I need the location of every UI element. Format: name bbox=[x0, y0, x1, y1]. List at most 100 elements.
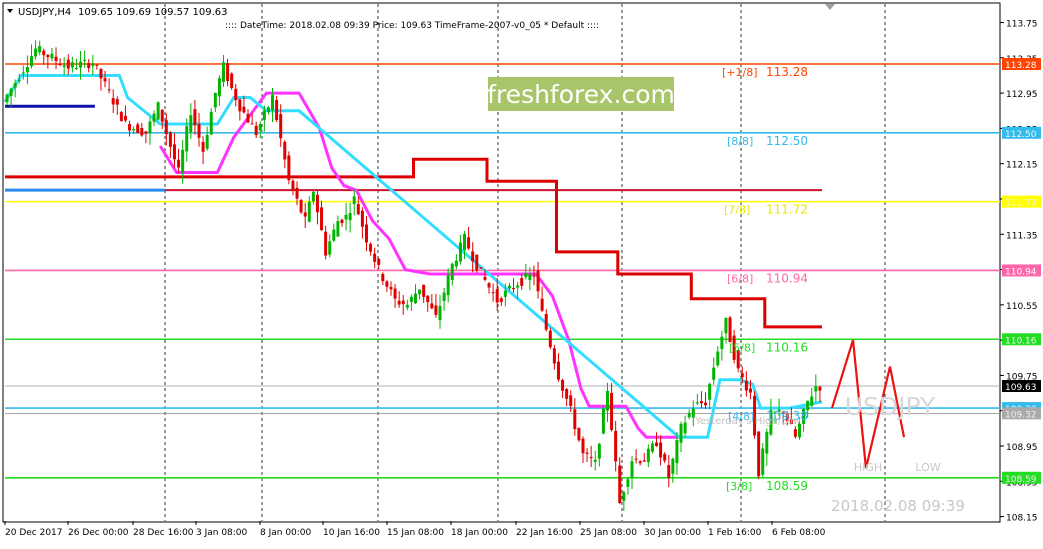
candle-body bbox=[548, 330, 552, 348]
price-label-text: 112.50 bbox=[1005, 130, 1037, 140]
candle-body bbox=[91, 63, 95, 66]
candle-body bbox=[9, 88, 13, 96]
candle-body bbox=[352, 196, 356, 205]
candle-body bbox=[21, 72, 25, 74]
candle-body bbox=[675, 439, 679, 464]
candle-body bbox=[262, 110, 266, 120]
y-tick-label: 108.15 bbox=[1006, 514, 1038, 524]
candle-body bbox=[589, 456, 593, 459]
candle-body bbox=[250, 123, 254, 125]
candle-body bbox=[650, 443, 654, 452]
candle-body bbox=[381, 273, 385, 282]
candle-body bbox=[581, 438, 585, 454]
candle-body bbox=[540, 298, 544, 311]
candle-body bbox=[626, 479, 630, 487]
candle-body bbox=[177, 159, 181, 168]
level-value: 111.72 bbox=[766, 203, 808, 217]
candle-body bbox=[291, 180, 295, 191]
candle-body bbox=[814, 386, 818, 392]
candle-body bbox=[201, 141, 205, 152]
candle-body bbox=[336, 221, 340, 237]
candle-body bbox=[164, 120, 168, 135]
level-value: 113.28 bbox=[766, 65, 808, 79]
candle-body bbox=[238, 99, 242, 112]
candle-body bbox=[618, 465, 622, 503]
candle-body bbox=[5, 94, 9, 103]
candle-body bbox=[193, 109, 197, 126]
candle-body bbox=[655, 442, 659, 447]
candle-body bbox=[577, 428, 581, 441]
candle-body bbox=[156, 102, 160, 120]
candle-body bbox=[340, 219, 344, 224]
candle-body bbox=[475, 254, 479, 271]
candle-body bbox=[622, 492, 626, 501]
candle-body bbox=[426, 295, 430, 303]
price-label-text: 109.32 bbox=[1005, 410, 1037, 420]
candle-body bbox=[303, 212, 307, 217]
candle-body bbox=[646, 448, 650, 463]
candle-body bbox=[405, 304, 409, 308]
level-value: 110.16 bbox=[766, 340, 808, 354]
candle-body bbox=[679, 423, 683, 443]
yesterday-label: Yesterday's High/Low bbox=[694, 416, 801, 427]
candle-body bbox=[638, 461, 642, 464]
candle-body bbox=[446, 275, 450, 296]
candle-body bbox=[483, 276, 487, 280]
y-tick-label: 110.55 bbox=[1006, 302, 1038, 312]
candle-body bbox=[744, 380, 748, 391]
candle-body bbox=[46, 54, 50, 58]
candle-body bbox=[95, 64, 99, 66]
candle-body bbox=[748, 388, 752, 393]
candle-body bbox=[699, 401, 703, 404]
price-chart: freshforex.com [+1/8] 113.28 [8/8] 112.50 [7… bbox=[0, 0, 1043, 545]
candle-body bbox=[160, 109, 164, 122]
level-value: 110.94 bbox=[766, 271, 808, 285]
candle-body bbox=[258, 124, 262, 131]
candle-body bbox=[369, 243, 373, 252]
price-label-text: 110.94 bbox=[1005, 267, 1037, 277]
candle-body bbox=[50, 53, 54, 59]
info-line: :::: DateTime: 2018.02.08 09:39 Price: 1… bbox=[225, 21, 599, 31]
candle-body bbox=[30, 56, 34, 67]
candle-body bbox=[397, 300, 401, 305]
candle-body bbox=[70, 62, 74, 68]
x-tick-label: 8 Jan 00:00 bbox=[260, 528, 312, 538]
candle-body bbox=[491, 292, 495, 294]
candle-body bbox=[315, 194, 319, 213]
candle-body bbox=[495, 289, 499, 303]
candle-body bbox=[287, 155, 291, 181]
candle-body bbox=[119, 112, 123, 122]
candle-body bbox=[642, 460, 646, 462]
candle-body bbox=[197, 123, 201, 138]
candle-body bbox=[385, 281, 389, 287]
candle-body bbox=[630, 461, 634, 478]
candle-body bbox=[667, 465, 671, 478]
candle-body bbox=[401, 300, 405, 305]
price-label-text: 110.16 bbox=[1005, 336, 1037, 346]
candle-body bbox=[271, 95, 275, 111]
candle-body bbox=[360, 210, 364, 227]
candle-body bbox=[42, 50, 46, 56]
candle-body bbox=[438, 306, 442, 321]
overlay-datetime: 2018.02.08 09:39 bbox=[831, 497, 965, 515]
candle-body bbox=[13, 83, 17, 88]
candle-body bbox=[311, 191, 315, 202]
level-label: [6/8] bbox=[727, 272, 753, 285]
candle-body bbox=[487, 283, 491, 288]
candle-body bbox=[266, 107, 270, 112]
candle-body bbox=[516, 285, 520, 288]
candle-body bbox=[712, 367, 716, 380]
candle-body bbox=[499, 298, 503, 303]
candle-body bbox=[38, 46, 42, 53]
candle-body bbox=[434, 305, 438, 315]
candle-body bbox=[246, 113, 250, 123]
candle-body bbox=[552, 348, 556, 364]
candle-body bbox=[148, 121, 152, 134]
candle-body bbox=[230, 73, 234, 88]
candle-body bbox=[683, 422, 687, 434]
candle-body bbox=[172, 144, 176, 160]
candle-body bbox=[254, 125, 258, 136]
candle-body bbox=[761, 448, 765, 475]
candle-body bbox=[601, 408, 605, 434]
level-label: [+1/8] bbox=[722, 66, 758, 79]
